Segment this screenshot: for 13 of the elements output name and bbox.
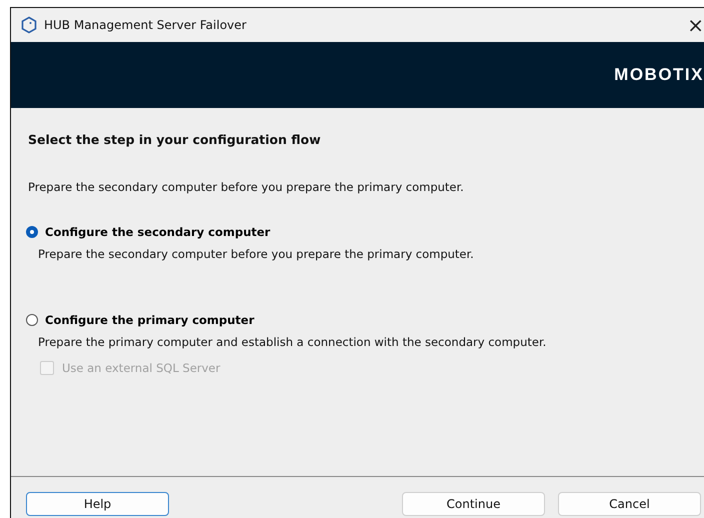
option-description: Prepare the primary computer and establish a connection with the secondary computer. — [38, 335, 548, 349]
dialog-button[interactable]: Help — [26, 492, 169, 516]
window-title: HUB Management Server Failover — [44, 18, 246, 32]
close-button[interactable]: × — [687, 15, 704, 35]
dialog-button[interactable]: Cancel — [558, 492, 701, 516]
radio-option[interactable]: Configure the primary computer — [26, 313, 688, 327]
option-description: Prepare the secondary computer before you prepare the primary computer. — [38, 247, 475, 261]
page-heading: Select the step in your configuration flow — [28, 132, 322, 147]
hexagon-icon — [21, 16, 37, 34]
dialog-button[interactable]: Continue — [402, 492, 545, 516]
logo: MOBOTIX — [614, 65, 704, 85]
intro-text: Prepare the secondary computer before you prepare the primary computer. — [28, 180, 465, 194]
radio-option[interactable]: Configure the secondary computer — [26, 225, 688, 239]
